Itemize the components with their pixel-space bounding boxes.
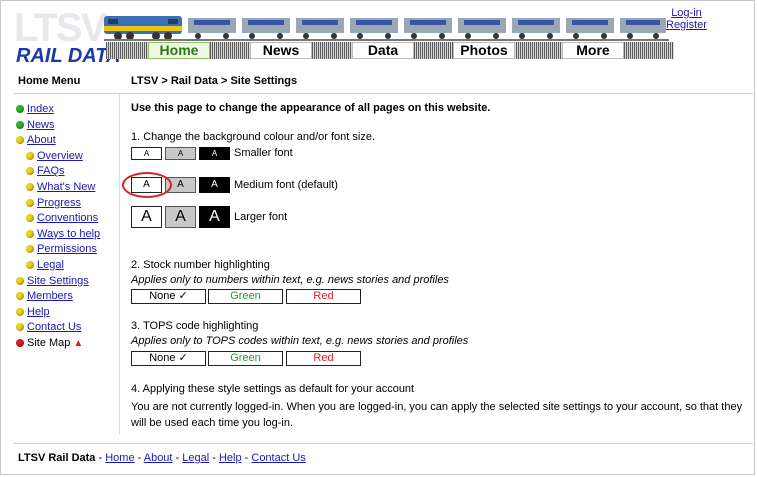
stock-highlight-green-button[interactable]: Green — [208, 289, 283, 304]
footer-link-legal[interactable]: Legal — [182, 452, 209, 464]
train-banner-image — [104, 16, 669, 41]
sidebar-item-news[interactable]: News — [16, 118, 100, 134]
section4-title: 4. Applying these style settings as defa… — [131, 383, 415, 395]
register-link[interactable]: Register — [666, 19, 707, 31]
large-grey-theme-button[interactable]: A — [165, 206, 196, 228]
status-dot-icon — [16, 276, 24, 285]
small-grey-theme-button[interactable]: A — [165, 147, 196, 160]
nav-tab-more[interactable]: More — [562, 42, 624, 59]
large-white-theme-button[interactable]: A — [131, 206, 162, 228]
status-dot-icon — [26, 229, 34, 238]
main-navigation: Home News Data Photos More — [106, 42, 674, 59]
section3-title: 3. TOPS code highlighting — [131, 320, 259, 332]
sidebar-item-conventions[interactable]: Conventions — [16, 211, 100, 227]
status-dot-icon — [26, 151, 34, 160]
sidebar-item-about[interactable]: About — [16, 133, 100, 149]
section1-title: 1. Change the background colour and/or f… — [131, 131, 375, 143]
login-link[interactable]: Log-in — [666, 7, 707, 19]
sidebar-item-permissions[interactable]: Permissions — [16, 242, 100, 258]
nav-tab-news[interactable]: News — [250, 42, 312, 59]
medium-black-theme-button[interactable]: A — [199, 177, 230, 193]
logo-wordmark: LTSV — [14, 6, 107, 50]
status-dot-icon — [16, 307, 24, 316]
status-dot-icon — [26, 214, 34, 223]
sidebar-item-site-map[interactable]: Site Map ▲ — [16, 336, 100, 352]
sidebar-item-members[interactable]: Members — [16, 289, 100, 305]
sidebar-item-progress[interactable]: Progress — [16, 196, 100, 212]
nav-tab-data[interactable]: Data — [352, 42, 414, 59]
column-divider — [119, 94, 120, 434]
section2-note: Applies only to numbers within text, e.g… — [131, 274, 449, 286]
status-dot-icon — [26, 167, 34, 176]
section4-text: You are not currently logged-in. When yo… — [131, 401, 743, 429]
sidebar-title: Home Menu — [18, 75, 81, 87]
status-dot-icon — [16, 136, 24, 145]
sidebar-item-faqs[interactable]: FAQs — [16, 164, 100, 180]
status-dot-icon — [26, 182, 34, 191]
sidebar-item-help[interactable]: Help — [16, 305, 100, 321]
section2-title: 2. Stock number highlighting — [131, 259, 270, 271]
warning-triangle-icon: ▲ — [73, 337, 84, 349]
large-font-label: Larger font — [234, 211, 288, 223]
tops-highlight-red-button[interactable]: Red — [286, 351, 361, 366]
footer-brand: LTSV Rail Data — [18, 452, 96, 464]
status-dot-icon — [16, 105, 24, 113]
status-dot-icon — [16, 323, 24, 332]
stock-highlight-red-button[interactable]: Red — [286, 289, 361, 304]
sidebar-item-legal[interactable]: Legal — [16, 258, 100, 274]
sidebar-item-whats-new[interactable]: What's New — [16, 180, 100, 196]
small-white-theme-button[interactable]: A — [131, 147, 162, 160]
footer-link-contact-us[interactable]: Contact Us — [251, 452, 305, 464]
intro-text: Use this page to change the appearance o… — [131, 102, 491, 114]
section3-note: Applies only to TOPS codes within text, … — [131, 335, 469, 347]
medium-font-label: Medium font (default) — [234, 179, 338, 191]
sidebar-item-overview[interactable]: Overview — [16, 149, 100, 165]
footer-divider — [14, 443, 753, 444]
breadcrumb: LTSV > Rail Data > Site Settings — [131, 75, 298, 87]
sidebar-item-ways-to-help[interactable]: Ways to help — [16, 227, 100, 243]
tops-highlight-none-button[interactable]: None ✓ — [131, 351, 206, 366]
home-menu: Index News About Overview FAQs What's Ne… — [16, 102, 100, 352]
footer-link-about[interactable]: About — [144, 452, 173, 464]
status-dot-icon — [26, 260, 34, 269]
large-black-theme-button[interactable]: A — [199, 206, 230, 228]
logo-subtitle: RAIL DATA — [16, 45, 121, 67]
sidebar-item-site-settings[interactable]: Site Settings — [16, 274, 100, 290]
small-black-theme-button[interactable]: A — [199, 147, 230, 160]
status-dot-icon — [16, 338, 24, 347]
user-links: Log-in Register — [666, 7, 707, 31]
tops-highlight-green-button[interactable]: Green — [208, 351, 283, 366]
header-divider — [14, 93, 753, 94]
small-font-label: Smaller font — [234, 147, 293, 159]
stock-highlight-none-button[interactable]: None ✓ — [131, 289, 206, 304]
site-logo[interactable]: LTSV RAIL DATA — [14, 6, 120, 66]
footer-link-home[interactable]: Home — [105, 452, 134, 464]
status-dot-icon — [16, 292, 24, 301]
status-dot-icon — [26, 198, 34, 207]
nav-tab-photos[interactable]: Photos — [453, 42, 515, 59]
selection-highlight-ring — [122, 172, 172, 198]
sidebar-item-index[interactable]: Index — [16, 102, 100, 118]
footer-link-help[interactable]: Help — [219, 452, 242, 464]
footer: LTSV Rail Data - Home - About - Legal - … — [18, 452, 306, 464]
nav-tab-home[interactable]: Home — [148, 42, 210, 59]
status-dot-icon — [16, 120, 24, 129]
sidebar-item-contact-us[interactable]: Contact Us — [16, 320, 100, 336]
status-dot-icon — [26, 245, 34, 254]
